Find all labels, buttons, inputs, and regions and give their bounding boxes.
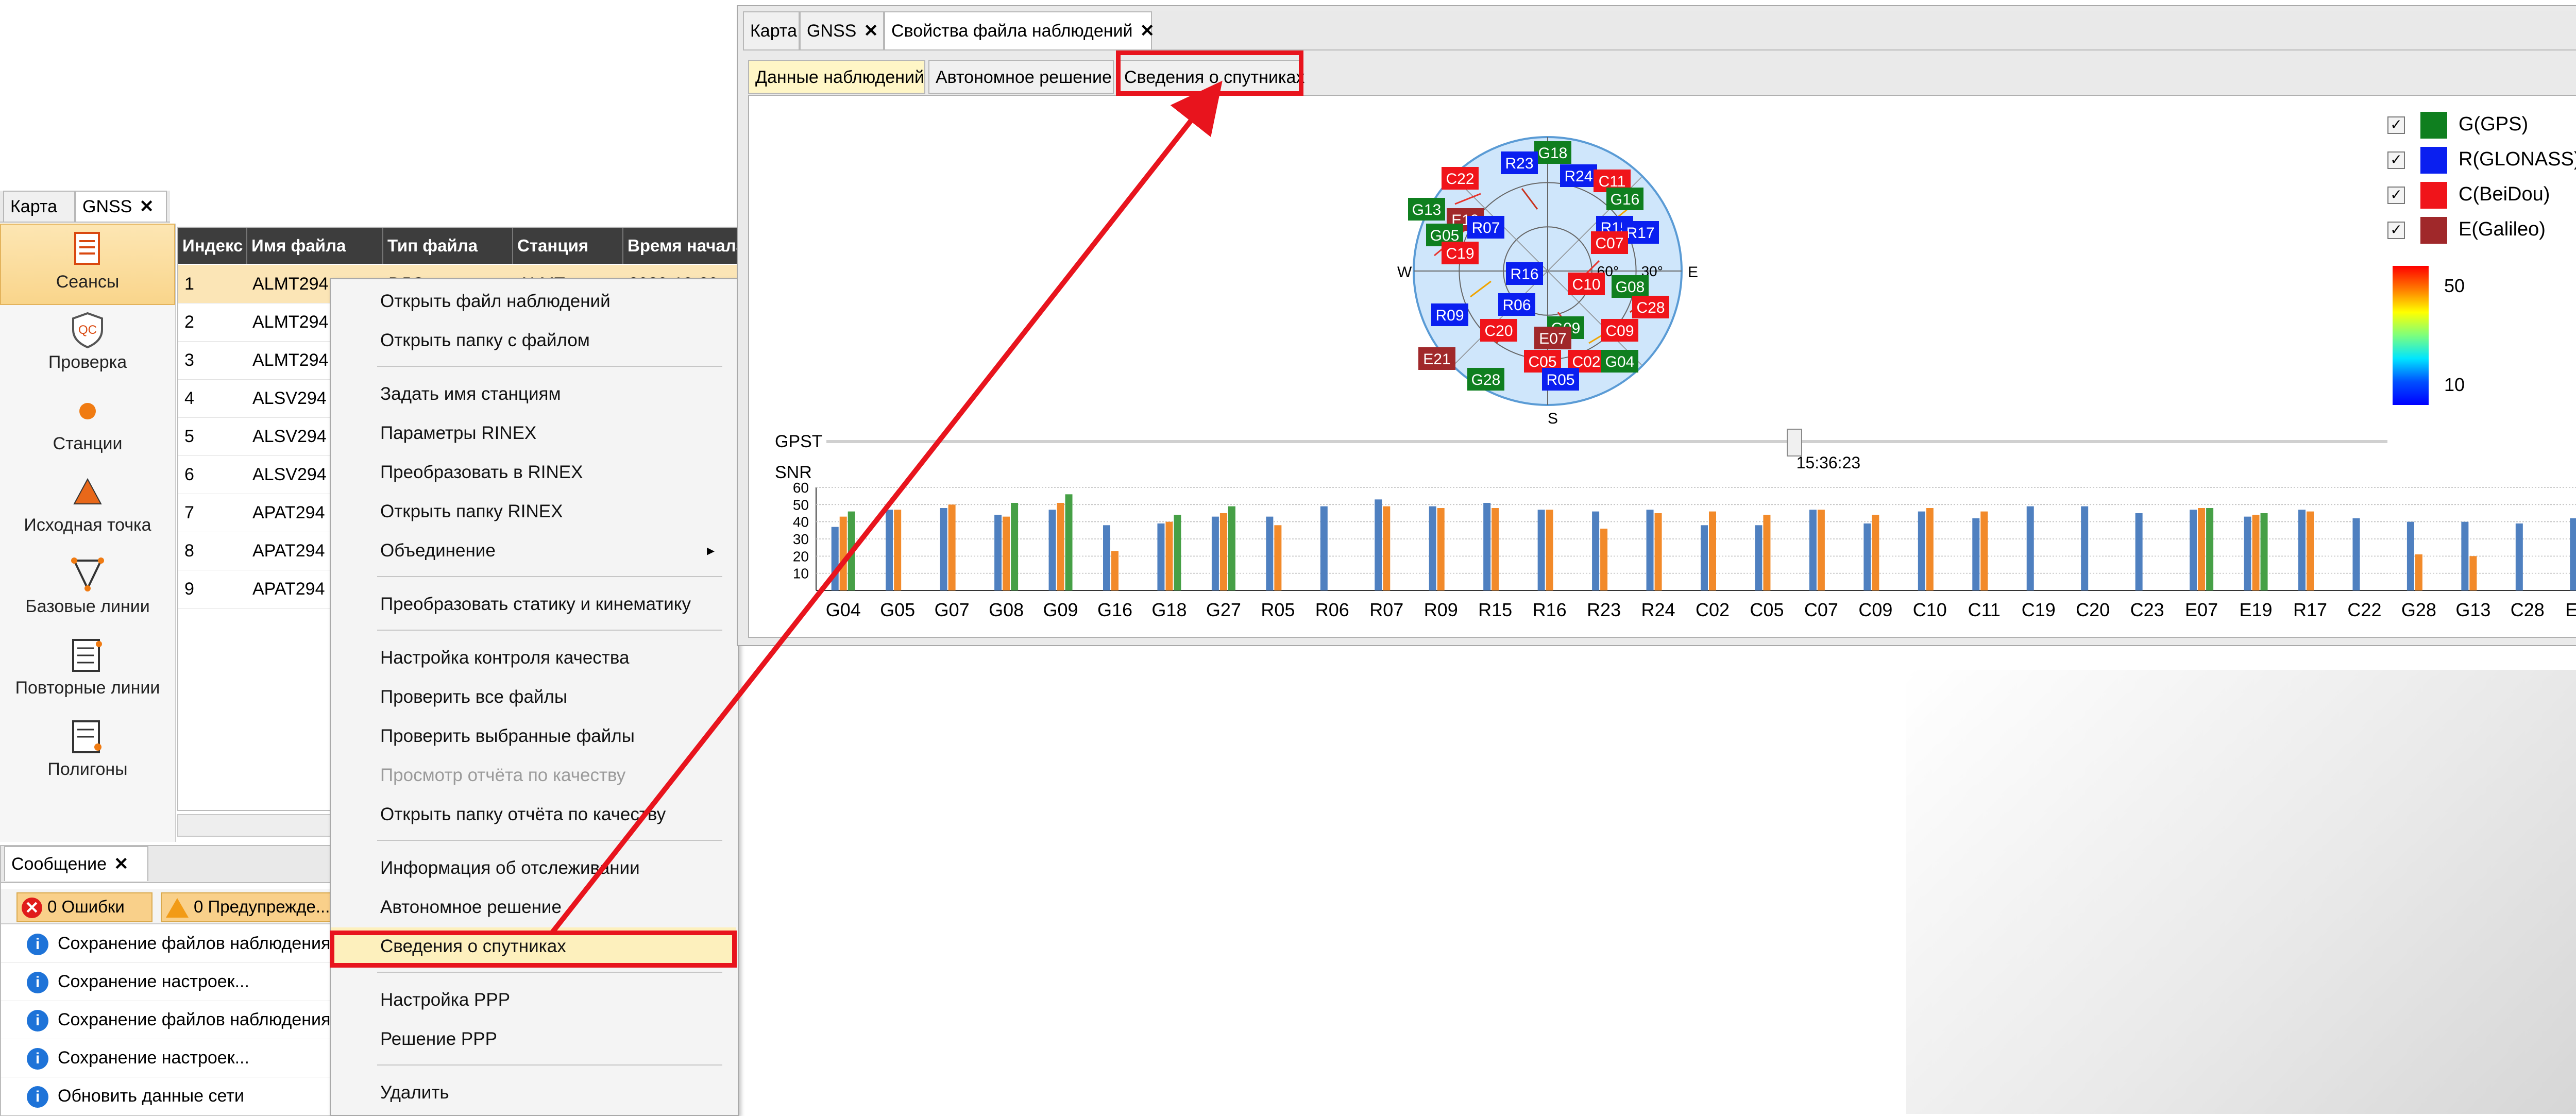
arrow-line (549, 80, 1223, 936)
annotation-arrow (549, 80, 1223, 936)
